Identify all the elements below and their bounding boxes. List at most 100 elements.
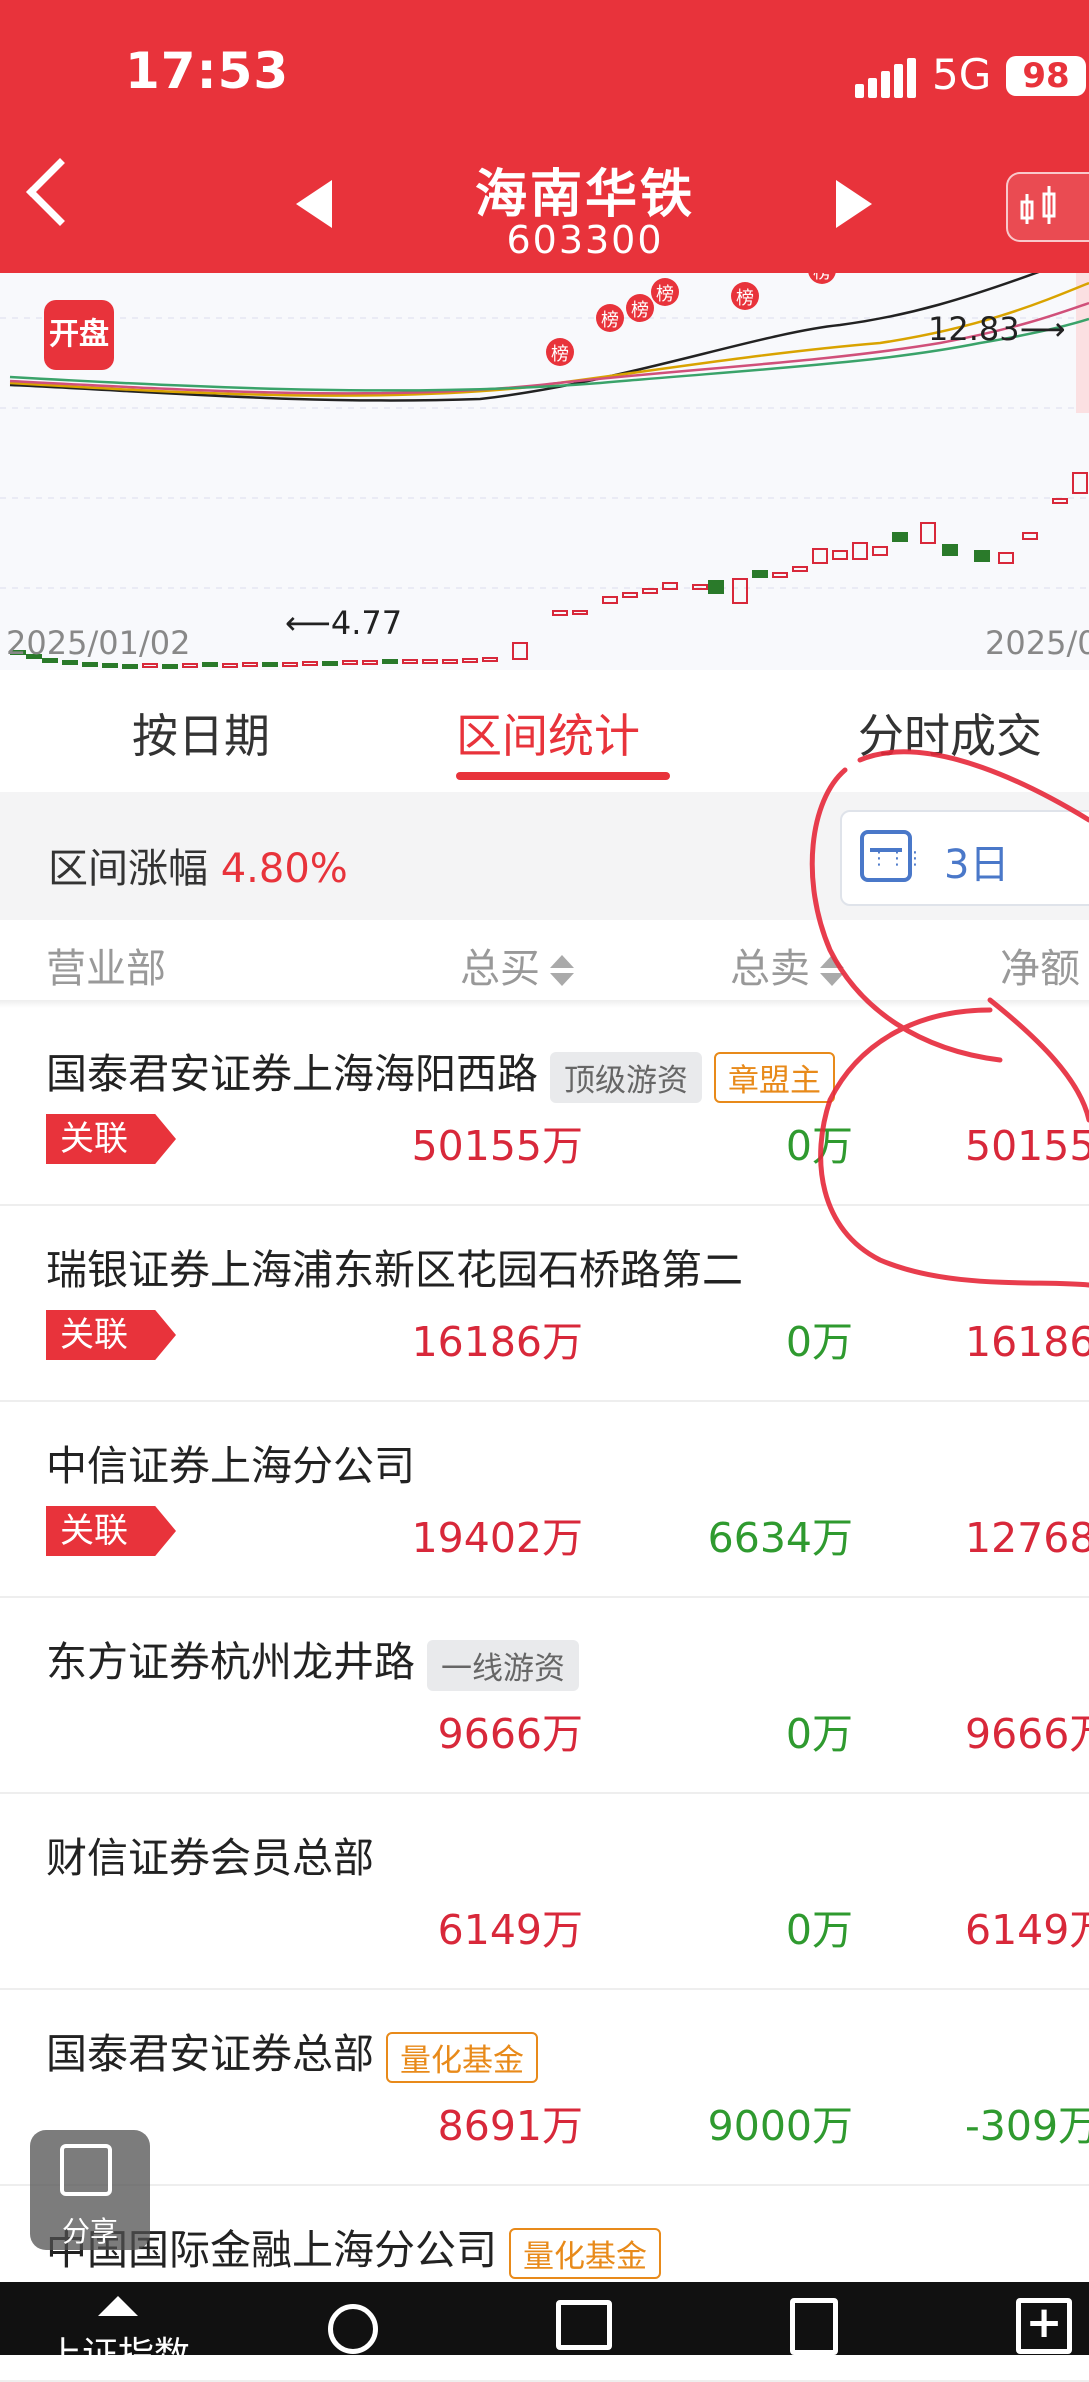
kline-toggle-button[interactable] [1006,172,1089,242]
col-net[interactable]: 净额 [1000,936,1080,994]
total-buy: 16186万 [411,1318,583,1366]
candle [122,664,138,669]
net-amount: -309万 [965,2102,1089,2150]
low-price-label: ⟵4.77 [285,604,403,642]
broker-name: 东方证券杭州龙井路 一线游资 [46,1628,579,1691]
candle [752,570,768,578]
app-header: 17:53 5G 98 海南华铁 603300 [0,0,1089,273]
candle [82,662,98,667]
linked-badge[interactable]: 关联 [46,1114,176,1164]
network-type: 5G [932,50,992,99]
stock-name: 海南华铁 [474,165,695,225]
candle [552,610,568,616]
share-button[interactable]: 分享 [30,2130,150,2250]
total-buy: 19402万 [411,1514,583,1562]
expand-up-icon [98,2296,138,2316]
candle [832,550,848,560]
tab-range-stats[interactable]: 区间统计 [456,700,640,766]
ranking-marker-label: 榜 [656,284,674,305]
candle [852,542,868,560]
alarm-clock-icon[interactable] [328,2304,378,2354]
candle [262,662,278,667]
net-amount: 12768万 [965,1514,1089,1562]
candle [602,596,618,604]
total-buy: 9666万 [437,1710,583,1758]
broker-name: 财信证券会员总部 [46,1834,374,1882]
candle [1072,472,1088,494]
candle [732,578,748,604]
candle [622,592,638,598]
total-sell: 0万 [785,1318,853,1366]
chart-start-date: 2025/01/02 [6,624,191,662]
candle [342,660,358,665]
broker-name: 瑞银证券上海浦东新区花园石桥路第二 [46,1246,743,1294]
add-watchlist-icon[interactable]: + [1016,2298,1072,2354]
candle [482,657,498,662]
candle [382,659,398,664]
stock-code: 603300 [506,218,664,262]
candle [792,566,808,572]
tab-by-date[interactable]: 按日期 [132,700,270,766]
candle [302,661,318,666]
candle [242,662,258,667]
candle [402,659,418,664]
broker-name: 中信证券上海分公司 [46,1442,415,1490]
broker-tag: 一线游资 [427,1639,579,1691]
broker-row[interactable]: 中信证券上海分公司关联 19402万 6634万 12768万 [0,1400,1089,1598]
price-chart[interactable]: 榜榜榜榜榜榜榜榜 [0,186,1089,670]
candle [1052,498,1068,504]
back-arrow-icon[interactable] [26,158,94,226]
candle [872,546,888,556]
total-buy: 6149万 [437,1906,583,1954]
prev-stock-button[interactable] [296,180,332,228]
broker-tag: 量化基金 [509,2227,661,2279]
col-total-buy[interactable]: 总买 [460,936,574,994]
calendar-icon [860,830,924,882]
candle [1022,532,1038,540]
candle [942,544,958,556]
share-label: 分享 [61,2215,118,2248]
linked-badge[interactable]: 关联 [46,1506,176,1556]
ranking-marker-label: 榜 [813,273,831,283]
tab-intraday-trades[interactable]: 分时成交 [858,700,1042,766]
candle [182,663,198,668]
signal-icon [855,58,916,98]
total-sell: 0万 [785,1122,853,1170]
candle [974,550,990,562]
total-sell: 6634万 [707,1514,853,1562]
candlestick-icon [1020,186,1056,224]
index-ticker[interactable]: 上证指数 [0,2282,200,2376]
candle [442,659,458,664]
monitor-chart-icon[interactable] [556,2300,612,2350]
bottom-toolbar: 上证指数 + [0,2282,1089,2376]
broker-tag: 量化基金 [386,2031,538,2083]
broker-row[interactable]: 国泰君安证券总部 量化基金 8691万 9000万 -309万 [0,1988,1089,2186]
broker-row[interactable]: 东方证券杭州龙井路一线游资 9666万 0万 9666万 [0,1596,1089,1794]
ranking-marker-label: 榜 [551,344,569,365]
broker-row[interactable]: 瑞银证券上海浦东新区花园石桥路第二关联 16186万 0万 16186万 [0,1204,1089,1402]
candle [102,663,118,668]
ranking-marker-label: 榜 [601,310,619,331]
candle [572,610,588,615]
document-icon[interactable] [790,2298,838,2355]
candle [462,658,478,663]
candle [322,661,338,666]
next-stock-button[interactable] [836,180,872,228]
total-sell: 0万 [785,1906,853,1954]
broker-row[interactable]: 国泰君安证券上海海阳西路顶级游资章盟主关联 50155万 0万 50155万 [0,1008,1089,1206]
candle [998,552,1014,564]
candle [892,532,908,542]
broker-tag: 顶级游资 [550,1051,702,1103]
total-sell: 0万 [785,1710,853,1758]
high-price-label: 12.83⟶ [928,310,1066,348]
range-change: 区间涨幅 4.80% [48,846,348,892]
candle [222,663,238,668]
candle [920,522,936,544]
linked-badge[interactable]: 关联 [46,1310,176,1360]
broker-row[interactable]: 财信证券会员总部 6149万 0万 6149万 [0,1792,1089,1990]
period-value: 3日 [944,842,1010,888]
candle [662,582,678,590]
broker-name: 国泰君安证券总部 量化基金 [46,2020,538,2083]
candle [772,572,788,578]
col-total-sell[interactable]: 总卖 [730,936,844,994]
